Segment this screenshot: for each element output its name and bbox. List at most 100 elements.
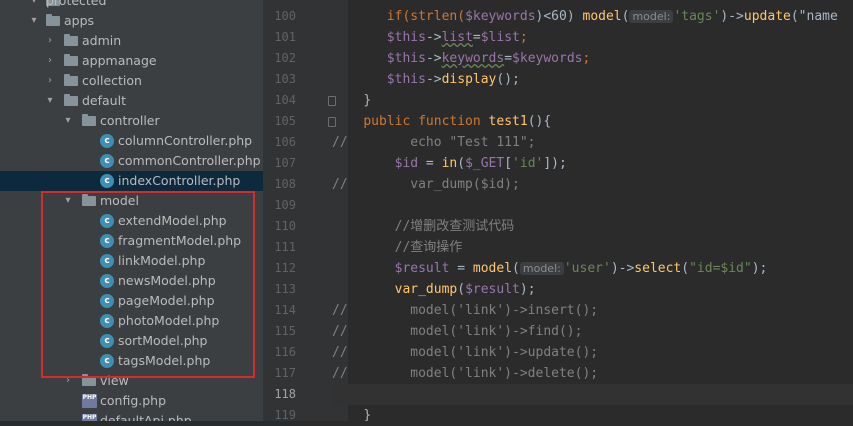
- code-token: $result: [465, 282, 520, 297]
- tree-item-appmanage[interactable]: › appmanage: [0, 51, 263, 71]
- chevron-down-icon[interactable]: ▾: [28, 0, 40, 11]
- tree-item-label: controller: [100, 113, 160, 128]
- tree-item-label: protected: [46, 0, 107, 8]
- line-number: 105: [274, 114, 296, 128]
- code-token: =: [418, 156, 442, 171]
- code-token: =: [504, 51, 513, 66]
- line-number: 103: [274, 72, 296, 86]
- chevron-down-icon[interactable]: ▾: [62, 111, 74, 131]
- folder-icon: [64, 74, 78, 86]
- line-number: 104: [274, 93, 296, 107]
- code-token: 'user': [563, 261, 611, 276]
- code-token: ->: [425, 30, 442, 45]
- code-line: $result = model(model:'user')->select("i…: [332, 258, 853, 279]
- code-token: (){: [527, 114, 552, 129]
- code-line: $this->keywords=$keywords;: [332, 48, 853, 69]
- code-token: (: [457, 156, 466, 171]
- php-class-icon: c: [100, 134, 114, 148]
- code-token: }: [363, 93, 372, 108]
- code-token: [: [504, 156, 513, 171]
- code-comment: //查询操作: [394, 240, 463, 255]
- code-token: ]);: [543, 156, 567, 171]
- code-token: ->: [425, 72, 442, 87]
- code-comment: // model('link')->find();: [332, 324, 583, 339]
- tree-item-label: commonController.php: [118, 153, 261, 168]
- code-token: public function: [363, 114, 489, 129]
- code-token: update: [743, 9, 791, 24]
- line-number: 110: [274, 219, 296, 233]
- code-line-current: [332, 384, 853, 405]
- chevron-down-icon[interactable]: ▾: [44, 91, 56, 111]
- code-line: $this->list=$list;: [332, 27, 853, 48]
- code-token: )<60): [535, 9, 583, 24]
- folder-icon: [64, 34, 78, 46]
- code-token: "id=$id": [689, 261, 752, 276]
- code-token: $result: [394, 261, 450, 276]
- line-number: 107: [274, 156, 296, 170]
- line-number-current: 118: [274, 387, 296, 401]
- code-line: // model('link')->insert();: [332, 300, 853, 321]
- code-line: // model('link')->update();: [332, 342, 853, 363]
- tree-item-collection[interactable]: › collection: [0, 71, 263, 91]
- code-token: $this: [386, 51, 426, 66]
- php-class-icon: c: [100, 154, 114, 168]
- tree-item-label: collection: [82, 73, 142, 88]
- code-token: 'tags': [673, 9, 721, 24]
- code-token: test1: [488, 114, 528, 129]
- code-line: // echo "Test 111";: [332, 132, 853, 153]
- code-token: )->: [720, 9, 744, 24]
- line-number: 114: [274, 303, 296, 317]
- tree-item-file-selected[interactable]: c indexController.php: [0, 171, 263, 191]
- tree-item-controller[interactable]: ▾ controller: [0, 111, 263, 131]
- tree-item-label: config.php: [100, 393, 167, 408]
- tree-item-admin[interactable]: › admin: [0, 31, 263, 51]
- tree-item-file[interactable]: c commonController.php: [0, 151, 263, 171]
- code-line: }: [332, 405, 853, 421]
- code-token: model: [582, 9, 622, 24]
- code-token: if(strlen(: [386, 9, 466, 24]
- line-number: 100: [274, 9, 296, 23]
- tree-item-apps[interactable]: ▾ apps: [0, 11, 263, 31]
- code-token: )->: [610, 261, 635, 276]
- code-token: );: [519, 282, 536, 297]
- tree-item-label: default: [82, 93, 126, 108]
- code-token: ("name: [790, 9, 838, 24]
- param-hint: model:: [629, 10, 674, 23]
- line-number: 109: [274, 198, 296, 212]
- code-token: 'id': [512, 156, 544, 171]
- code-line: }: [332, 90, 853, 111]
- tree-item-file[interactable]: PHP defaultApi.php: [0, 411, 263, 421]
- tree-item-file[interactable]: c columnController.php: [0, 131, 263, 151]
- line-number: 115: [274, 324, 296, 338]
- tree-item-protected[interactable]: ▾ protected: [0, 0, 263, 11]
- code-token: );: [751, 261, 768, 276]
- code-token: $this: [386, 30, 426, 45]
- code-line: // model('link')->delete();: [332, 363, 853, 384]
- code-editor[interactable]: if(strlen($keywords)<60) model(model:'ta…: [332, 0, 853, 421]
- line-number: 108: [274, 177, 296, 191]
- tree-item-label: admin: [82, 33, 122, 48]
- chevron-down-icon[interactable]: ▾: [28, 11, 40, 31]
- folder-icon: [64, 94, 78, 106]
- code-token: ;: [582, 51, 591, 66]
- tree-item-file[interactable]: PHP config.php: [0, 391, 263, 411]
- chevron-right-icon[interactable]: ›: [44, 51, 56, 71]
- code-line: //查询操作: [332, 237, 853, 258]
- code-line: // var_dump($id);: [332, 174, 853, 195]
- code-token: $keywords: [512, 51, 583, 66]
- line-number: 111: [274, 240, 296, 254]
- tree-item-label: defaultApi.php: [100, 413, 192, 421]
- code-token: list: [441, 30, 473, 45]
- code-comment: // var_dump($id);: [332, 177, 520, 192]
- php-file-icon: PHP: [82, 414, 97, 421]
- highlight-box: [41, 191, 255, 378]
- tree-item-default[interactable]: ▾ default: [0, 91, 263, 111]
- code-token: $keywords: [465, 9, 536, 24]
- folder-icon: [82, 114, 96, 126]
- line-number: 112: [274, 261, 296, 275]
- code-line: $id = in($_GET['id']);: [332, 153, 853, 174]
- chevron-right-icon[interactable]: ›: [44, 71, 56, 91]
- chevron-right-icon[interactable]: ›: [44, 31, 56, 51]
- code-line: public function test1(){: [332, 111, 853, 132]
- code-token: in: [441, 156, 458, 171]
